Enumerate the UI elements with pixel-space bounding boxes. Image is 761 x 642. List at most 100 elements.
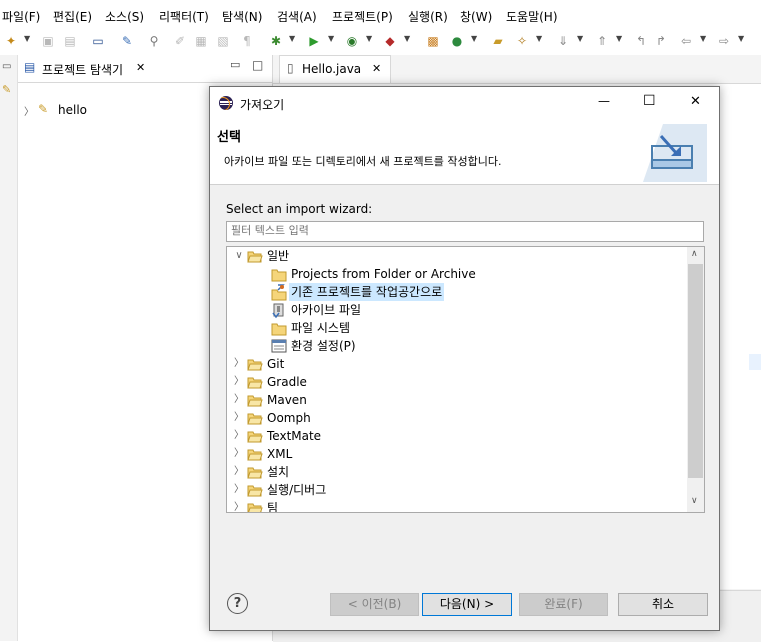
tree-scrollbar[interactable]: ∧ ∨ bbox=[687, 247, 704, 512]
prev-annotation-dropdown-icon[interactable]: ▼ bbox=[616, 34, 622, 43]
close-icon[interactable]: ✕ bbox=[136, 61, 145, 74]
project-label: hello bbox=[58, 103, 87, 117]
archive-icon bbox=[271, 301, 287, 319]
eclipse-icon bbox=[219, 96, 233, 110]
tree-item-label: 팀 bbox=[267, 501, 279, 513]
scroll-thumb[interactable] bbox=[688, 264, 703, 478]
perspective-icon[interactable]: ✎ bbox=[2, 83, 11, 96]
scroll-down-icon[interactable]: ∨ bbox=[691, 496, 698, 506]
menu-refactor[interactable]: 리팩터(T) bbox=[159, 8, 209, 25]
restore-icon[interactable]: ▭ bbox=[2, 61, 11, 72]
cancel-button[interactable]: 취소 bbox=[618, 593, 708, 616]
help-icon: ? bbox=[233, 596, 242, 611]
finish-button[interactable]: 완료(F) bbox=[519, 593, 608, 616]
chevron-right-icon[interactable]: 〉 bbox=[233, 427, 245, 445]
new-class-icon[interactable]: ● bbox=[449, 33, 465, 49]
chevron-right-icon[interactable]: 〉 bbox=[233, 391, 245, 409]
close-icon[interactable]: ✕ bbox=[372, 62, 381, 75]
terminal-icon[interactable]: ▭ bbox=[90, 33, 106, 49]
banner-description: 아카이브 파일 또는 디렉토리에서 새 프로젝트를 작성합니다. bbox=[224, 155, 502, 168]
menu-help[interactable]: 도움말(H) bbox=[506, 8, 558, 25]
chevron-right-icon[interactable]: 〉 bbox=[233, 499, 245, 512]
chevron-right-icon[interactable]: 〉 bbox=[233, 481, 245, 499]
dialog-close-icon[interactable]: ✕ bbox=[690, 94, 701, 109]
back-dropdown-icon[interactable]: ▼ bbox=[700, 34, 706, 43]
folder-open-icon bbox=[247, 355, 263, 373]
dialog-title-bar: 가져오기 — ☐ ✕ bbox=[210, 87, 719, 119]
back-button[interactable]: < 이전(B) bbox=[330, 593, 419, 616]
next-button[interactable]: 다음(N) > bbox=[422, 593, 512, 616]
help-button[interactable]: ? bbox=[227, 593, 248, 614]
chevron-right-icon[interactable]: 〉 bbox=[233, 409, 245, 427]
pilcrow-icon[interactable]: ¶ bbox=[239, 33, 255, 49]
forward-edit-icon[interactable]: ↱ bbox=[653, 33, 669, 49]
coverage-dropdown-icon[interactable]: ▼ bbox=[366, 34, 372, 43]
menu-project[interactable]: 프로젝트(P) bbox=[332, 8, 393, 25]
open-type-icon[interactable]: ▰ bbox=[490, 33, 506, 49]
search-icon[interactable]: ✧ bbox=[514, 33, 530, 49]
prev-annotation-icon[interactable]: ⇑ bbox=[594, 33, 610, 49]
dialog-minimize-icon[interactable]: — bbox=[598, 94, 610, 108]
folder-open-icon bbox=[247, 481, 263, 499]
filter-input[interactable] bbox=[231, 222, 697, 239]
save-all-icon[interactable]: ▤ bbox=[62, 33, 78, 49]
folder-icon bbox=[271, 265, 287, 283]
chevron-right-icon[interactable]: 〉 bbox=[233, 445, 245, 463]
tree-item-label: Git bbox=[267, 357, 285, 371]
back-icon[interactable]: ⇦ bbox=[678, 33, 694, 49]
run-icon[interactable]: ▶ bbox=[306, 33, 322, 49]
editor-tab[interactable]: ▯ Hello.java ✕ bbox=[279, 55, 391, 83]
menu-navigate[interactable]: 탐색(N) bbox=[222, 8, 262, 25]
mark-icon[interactable]: ▧ bbox=[215, 33, 231, 49]
last-edit-icon[interactable]: ↰ bbox=[633, 33, 649, 49]
debug-dropdown-icon[interactable]: ▼ bbox=[289, 34, 295, 43]
chevron-right-icon[interactable]: 〉 bbox=[24, 103, 34, 118]
minimize-icon[interactable]: ▭ bbox=[230, 58, 240, 71]
debug-icon[interactable]: ✱ bbox=[268, 33, 284, 49]
forward-dropdown-icon[interactable]: ▼ bbox=[738, 34, 744, 43]
maximize-icon[interactable]: □ bbox=[252, 58, 263, 72]
new-class-dropdown-icon[interactable]: ▼ bbox=[471, 34, 477, 43]
left-trim-bar: ▭ ✎ bbox=[0, 55, 18, 641]
edit-icon[interactable]: ✐ bbox=[172, 33, 188, 49]
chevron-down-icon[interactable]: ∨ bbox=[233, 247, 245, 265]
menu-search[interactable]: 검색(A) bbox=[277, 8, 317, 25]
scroll-up-icon[interactable]: ∧ bbox=[691, 249, 698, 259]
link-icon[interactable]: ⚲ bbox=[146, 33, 162, 49]
save-icon[interactable]: ▣ bbox=[40, 33, 56, 49]
folder-open-icon bbox=[247, 247, 263, 265]
line-highlight bbox=[749, 354, 761, 370]
forward-icon[interactable]: ⇨ bbox=[716, 33, 732, 49]
menu-file[interactable]: 파일(F) bbox=[2, 8, 40, 25]
tree-item-label: 기존 프로젝트를 작업공간으로 bbox=[289, 283, 445, 301]
menu-window[interactable]: 창(W) bbox=[460, 8, 492, 25]
dialog-maximize-icon[interactable]: ☐ bbox=[643, 93, 656, 109]
chevron-right-icon[interactable]: 〉 bbox=[233, 463, 245, 481]
menu-source[interactable]: 소스(S) bbox=[105, 8, 144, 25]
new-icon[interactable]: ✦ bbox=[3, 33, 19, 49]
chevron-right-icon[interactable]: 〉 bbox=[233, 373, 245, 391]
menu-edit[interactable]: 편집(E) bbox=[53, 8, 92, 25]
folder-open-icon bbox=[247, 445, 263, 463]
chevron-right-icon[interactable]: 〉 bbox=[233, 355, 245, 373]
folder-open-icon bbox=[247, 409, 263, 427]
tree-item-label: Oomph bbox=[267, 411, 311, 425]
run-dropdown-icon[interactable]: ▼ bbox=[328, 34, 334, 43]
toggle-icon[interactable]: ▦ bbox=[193, 33, 209, 49]
coverage-icon[interactable]: ◉ bbox=[344, 33, 360, 49]
new-dropdown-icon[interactable]: ▼ bbox=[24, 34, 30, 43]
skip-breakpoints-icon[interactable]: ✎ bbox=[119, 33, 135, 49]
tree-item-label: XML bbox=[267, 447, 293, 461]
external-tools-icon[interactable]: ◆ bbox=[382, 33, 398, 49]
external-tools-dropdown-icon[interactable]: ▼ bbox=[404, 34, 410, 43]
next-annotation-dropdown-icon[interactable]: ▼ bbox=[577, 34, 583, 43]
folder-open-icon bbox=[247, 499, 263, 512]
new-package-icon[interactable]: ▩ bbox=[425, 33, 441, 49]
explorer-tab[interactable]: ▤ 프로젝트 탐색기 ✕ ▭ □ bbox=[18, 55, 272, 83]
search-dropdown-icon[interactable]: ▼ bbox=[536, 34, 542, 43]
wizard-tree: ∨ 일반 Projects from Folder or Archive 기존 프로젝… bbox=[226, 246, 705, 513]
java-file-icon: ▯ bbox=[287, 61, 294, 75]
next-annotation-icon[interactable]: ⇓ bbox=[555, 33, 571, 49]
menu-run[interactable]: 실행(R) bbox=[408, 8, 448, 25]
menu-bar: 파일(F) 편집(E) 소스(S) 리팩터(T) 탐색(N) 검색(A) 프로젝… bbox=[0, 0, 761, 30]
